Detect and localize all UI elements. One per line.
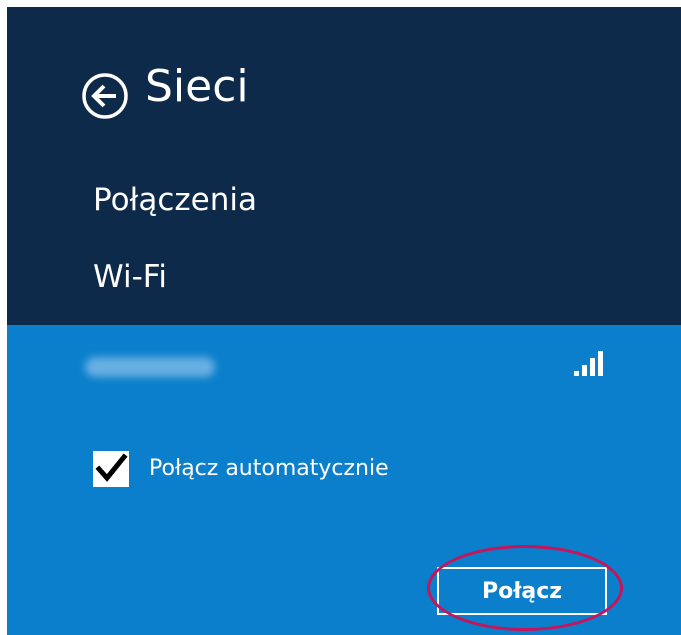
flyout-header: Sieci Połączenia Wi-Fi [7, 7, 681, 325]
network-flyout: Sieci Połączenia Wi-Fi Połącz automatycz… [7, 7, 681, 635]
network-list-item[interactable] [7, 325, 681, 405]
auto-connect-option[interactable]: Połącz automatycznie [93, 447, 493, 489]
wifi-signal-bars-icon [574, 351, 603, 376]
back-button[interactable] [81, 72, 129, 120]
checkmark-icon [95, 453, 128, 482]
connect-button[interactable]: Połącz [437, 567, 607, 615]
section-wifi-label: Wi-Fi [93, 259, 167, 295]
selected-network-panel: Połącz automatycznie Połącz [7, 325, 681, 635]
back-arrow-circle-icon [82, 73, 128, 119]
network-name-obscured [85, 357, 215, 377]
page-title: Sieci [145, 61, 249, 112]
auto-connect-checkbox[interactable] [93, 451, 129, 487]
auto-connect-label: Połącz automatycznie [149, 456, 389, 481]
section-connections-label: Połączenia [93, 182, 258, 218]
